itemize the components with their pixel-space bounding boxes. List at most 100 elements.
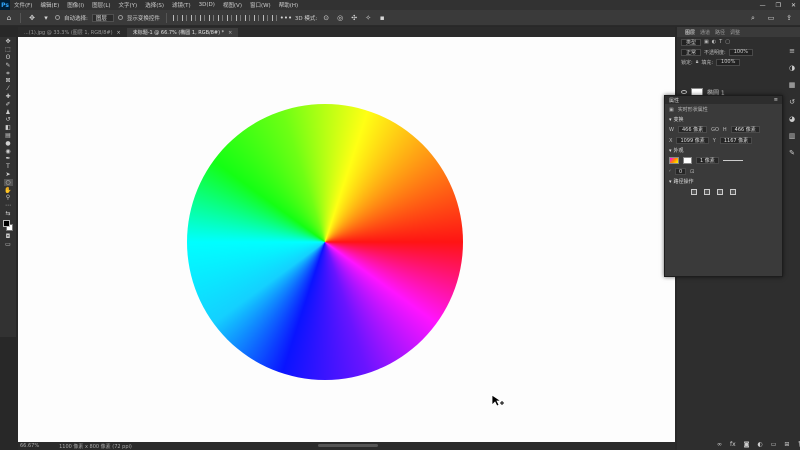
tab-adjustments[interactable]: 调整 xyxy=(730,29,740,36)
align-bottom-icon[interactable] xyxy=(217,14,223,21)
pen-tool-icon[interactable]: ✒ xyxy=(4,156,13,163)
move-tool-icon[interactable]: ✥ xyxy=(27,13,37,23)
edit-toolbar-icon[interactable]: ⋯ xyxy=(4,203,13,210)
menu-file[interactable]: 文件(F) xyxy=(10,1,36,9)
frame-tool-icon[interactable]: ⊠ xyxy=(4,78,13,85)
brush-settings-icon[interactable]: ✎ xyxy=(789,149,795,157)
align-top-icon[interactable] xyxy=(199,14,205,21)
subtract-shape-icon[interactable] xyxy=(704,189,710,195)
fill-field[interactable]: 100% xyxy=(716,58,741,66)
restore-button[interactable]: ❐ xyxy=(776,2,781,9)
workspace-icon[interactable]: ▭ xyxy=(766,13,776,23)
distribute-bottom-icon[interactable] xyxy=(244,14,250,21)
adjustments-icon[interactable]: ◑ xyxy=(789,64,795,72)
3d-roll-icon[interactable]: ◎ xyxy=(335,13,345,23)
distribute-left-icon[interactable] xyxy=(253,14,259,21)
filter-pixel-icon[interactable]: ▣ xyxy=(704,39,709,45)
crop-tool-icon[interactable]: ⌗ xyxy=(4,70,13,77)
filter-adjust-icon[interactable]: ◐ xyxy=(712,39,716,45)
properties-header[interactable]: 属性 ≡ xyxy=(665,96,782,104)
filter-type-icon[interactable]: T xyxy=(719,39,722,45)
new-group-icon[interactable]: ▭ xyxy=(771,441,777,448)
properties-icon[interactable]: ≡ xyxy=(789,47,795,55)
3d-pan-icon[interactable]: ✣ xyxy=(349,13,359,23)
close-icon[interactable]: × xyxy=(228,30,232,36)
zoom-level[interactable]: 66.67% xyxy=(20,443,39,449)
close-icon[interactable]: × xyxy=(117,30,121,36)
link-layers-icon[interactable]: ∞ xyxy=(717,441,722,448)
zoom-tool-icon[interactable]: ⚲ xyxy=(4,195,13,202)
blur-tool-icon[interactable]: ● xyxy=(4,140,13,147)
menu-3d[interactable]: 3D(D) xyxy=(195,2,219,8)
quick-mask-icon[interactable]: ◘ xyxy=(4,233,13,240)
more-options-icon[interactable]: ••• xyxy=(280,13,292,23)
appearance-section[interactable]: ▾ 外观 xyxy=(665,146,782,155)
move-tool-icon[interactable]: ✥ xyxy=(4,39,13,46)
menu-window[interactable]: 窗口(W) xyxy=(246,1,275,9)
distribute-center-icon[interactable] xyxy=(262,14,268,21)
home-icon[interactable]: ⌂ xyxy=(4,13,14,23)
distribute-right-icon[interactable] xyxy=(271,14,277,21)
layer-kind-dropdown[interactable]: 类型 xyxy=(681,38,702,46)
search-icon[interactable]: ⌕ xyxy=(748,13,758,23)
color-icon[interactable]: ◕ xyxy=(789,115,795,123)
document-tab[interactable]: ...(1).jpg @ 33.3% (图层 1, RGB/8#) × xyxy=(18,28,127,37)
document-tab-active[interactable]: 未标题-1 @ 66.7% (椭圆 1, RGB/8#) * × xyxy=(126,28,239,37)
panel-menu-icon[interactable]: ≡ xyxy=(774,97,778,103)
tab-channels[interactable]: 通道 xyxy=(700,29,710,36)
document-canvas[interactable] xyxy=(18,37,675,442)
menu-filter[interactable]: 滤镜(T) xyxy=(168,1,195,9)
align-right-icon[interactable] xyxy=(190,14,196,21)
clone-stamp-tool-icon[interactable]: ♟ xyxy=(4,109,13,116)
ellipse-tool-icon[interactable]: ○ xyxy=(3,179,13,187)
fill-swatch[interactable] xyxy=(669,157,679,164)
path-select-tool-icon[interactable]: ➤ xyxy=(4,172,13,179)
tab-layers[interactable]: 图层 xyxy=(685,29,695,36)
transform-controls-checkbox[interactable] xyxy=(117,15,123,20)
brush-tool-icon[interactable]: ✐ xyxy=(4,101,13,108)
color-wheel-ellipse[interactable] xyxy=(187,104,463,380)
blend-mode-dropdown[interactable]: 正常 xyxy=(681,48,702,56)
pathfinder-section[interactable]: ▾ 路径操作 xyxy=(665,177,782,186)
chevron-down-icon[interactable]: ▾ xyxy=(669,179,672,185)
swap-colors-icon[interactable]: ⇆ xyxy=(4,211,13,218)
quick-select-tool-icon[interactable]: ✎ xyxy=(4,62,13,69)
chevron-down-icon[interactable]: ▾ xyxy=(669,148,672,154)
type-tool-icon[interactable]: T xyxy=(4,164,13,171)
align-middle-icon[interactable] xyxy=(208,14,214,21)
close-button[interactable]: ✕ xyxy=(791,2,796,9)
corner-radius-field[interactable]: 0 xyxy=(674,168,687,175)
eraser-tool-icon[interactable]: ◧ xyxy=(4,125,13,132)
menu-edit[interactable]: 编辑(E) xyxy=(36,1,63,9)
corner-link-icon[interactable]: ⊡ xyxy=(690,169,694,175)
distribute-top-icon[interactable] xyxy=(226,14,232,21)
auto-select-target-dropdown[interactable]: 图层 xyxy=(91,13,114,22)
dodge-tool-icon[interactable]: ◉ xyxy=(4,148,13,155)
add-mask-icon[interactable]: ◙ xyxy=(744,441,750,448)
history-brush-tool-icon[interactable]: ↺ xyxy=(4,117,13,124)
transform-section[interactable]: ▾ 变换 xyxy=(665,115,782,124)
visibility-eye-icon[interactable] xyxy=(681,90,687,94)
new-layer-icon[interactable]: ⊞ xyxy=(784,441,789,448)
menu-layer[interactable]: 图层(L) xyxy=(88,1,114,9)
new-adjustment-icon[interactable]: ◐ xyxy=(758,441,763,448)
marquee-tool-icon[interactable]: ⬚ xyxy=(4,47,13,54)
horizontal-scrollbar[interactable] xyxy=(318,444,378,447)
align-center-icon[interactable] xyxy=(181,14,187,21)
filter-shape-icon[interactable]: ▢ xyxy=(725,39,730,45)
stroke-width-field[interactable]: 1 像素 xyxy=(696,157,719,164)
3d-scale-icon[interactable]: ▪ xyxy=(377,13,387,23)
menu-help[interactable]: 帮助(H) xyxy=(275,1,302,9)
align-left-icon[interactable] xyxy=(172,14,178,21)
gradient-tool-icon[interactable]: ▤ xyxy=(4,133,13,140)
swatches-icon[interactable]: ▥ xyxy=(789,132,796,140)
chevron-down-icon[interactable]: ▾ xyxy=(669,117,672,123)
3d-orbit-icon[interactable]: ⊙ xyxy=(321,13,331,23)
minimize-button[interactable]: — xyxy=(760,2,766,9)
menu-select[interactable]: 选择(S) xyxy=(141,1,168,9)
healing-brush-tool-icon[interactable]: ✚ xyxy=(4,94,13,101)
document-info[interactable]: 1100 像素 x 800 像素 (72 ppi) xyxy=(59,443,132,450)
width-field[interactable]: 466 像素 xyxy=(677,126,708,133)
distribute-middle-icon[interactable] xyxy=(235,14,241,21)
stroke-swatch[interactable] xyxy=(683,157,692,164)
